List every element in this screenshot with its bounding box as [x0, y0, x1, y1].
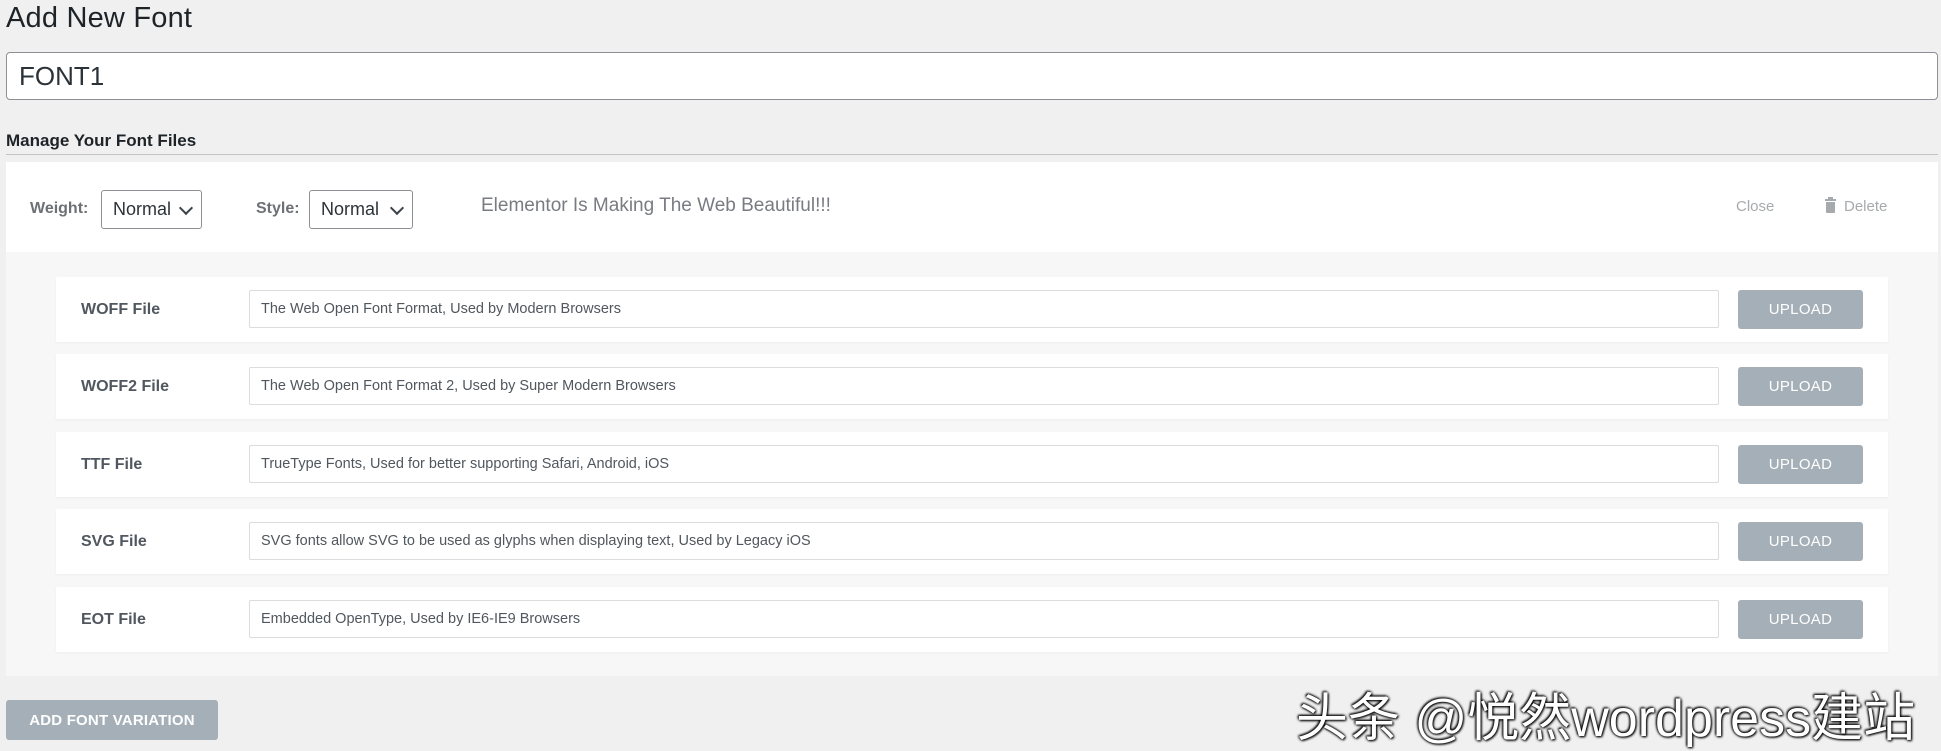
file-label: WOFF2 File: [81, 378, 169, 395]
delete-link[interactable]: Delete: [1844, 198, 1887, 215]
woff2-file-input[interactable]: The Web Open Font Format 2, Used by Supe…: [249, 367, 1719, 405]
file-label: TTF File: [81, 456, 143, 473]
manage-files-heading: Manage Your Font Files: [6, 131, 197, 150]
file-label: EOT File: [81, 611, 146, 628]
file-label: WOFF File: [81, 301, 161, 318]
close-link[interactable]: Close: [1736, 198, 1774, 215]
font-name-value: FONT1: [19, 60, 105, 91]
file-row-woff2: WOFF2 File The Web Open Font Format 2, U…: [56, 354, 1888, 419]
file-input-placeholder: The Web Open Font Format 2, Used by Supe…: [261, 378, 676, 394]
file-input-placeholder: The Web Open Font Format, Used by Modern…: [261, 301, 621, 317]
trash-icon[interactable]: [1825, 197, 1836, 213]
file-label: SVG File: [81, 533, 147, 550]
chevron-down-icon: [178, 200, 194, 216]
woff-upload-button[interactable]: UPLOAD: [1738, 290, 1863, 329]
eot-upload-button[interactable]: UPLOAD: [1738, 600, 1863, 639]
svg-upload-button[interactable]: UPLOAD: [1738, 522, 1863, 561]
ttf-upload-button[interactable]: UPLOAD: [1738, 445, 1863, 484]
variation-header: Weight: Normal Style: Normal Elementor I…: [6, 162, 1938, 252]
file-row-ttf: TTF File TrueType Fonts, Used for better…: [56, 432, 1888, 497]
chevron-down-icon: [389, 200, 405, 216]
weight-label: Weight:: [30, 200, 89, 217]
style-select[interactable]: Normal: [309, 190, 413, 229]
font-name-input[interactable]: FONT1: [6, 52, 1938, 100]
weight-select-value: Normal: [113, 199, 172, 219]
file-row-woff: WOFF File The Web Open Font Format, Used…: [56, 277, 1888, 342]
font-preview-text: Elementor Is Making The Web Beautiful!!!: [481, 195, 831, 216]
add-font-variation-button[interactable]: ADD FONT VARIATION: [6, 700, 218, 740]
file-input-placeholder: TrueType Fonts, Used for better supporti…: [261, 456, 670, 472]
file-input-placeholder: SVG fonts allow SVG to be used as glyphs…: [261, 533, 811, 549]
svg-file-input[interactable]: SVG fonts allow SVG to be used as glyphs…: [249, 522, 1719, 560]
watermark: 头条 @悦然wordpress建站: [1296, 690, 1916, 748]
ttf-file-input[interactable]: TrueType Fonts, Used for better supporti…: [249, 445, 1719, 483]
file-row-svg: SVG File SVG fonts allow SVG to be used …: [56, 509, 1888, 574]
weight-select[interactable]: Normal: [101, 190, 202, 229]
file-input-placeholder: Embedded OpenType, Used by IE6-IE9 Brows…: [261, 611, 581, 627]
eot-file-input[interactable]: Embedded OpenType, Used by IE6-IE9 Brows…: [249, 600, 1719, 638]
woff2-upload-button[interactable]: UPLOAD: [1738, 367, 1863, 406]
style-select-value: Normal: [321, 199, 380, 219]
woff-file-input[interactable]: The Web Open Font Format, Used by Modern…: [249, 290, 1719, 328]
section-divider: [6, 154, 1938, 155]
style-label: Style:: [256, 200, 300, 217]
font-variation-panel: Weight: Normal Style: Normal Elementor I…: [6, 162, 1938, 676]
file-row-eot: EOT File Embedded OpenType, Used by IE6-…: [56, 587, 1888, 652]
page-title: Add New Font: [6, 2, 193, 34]
